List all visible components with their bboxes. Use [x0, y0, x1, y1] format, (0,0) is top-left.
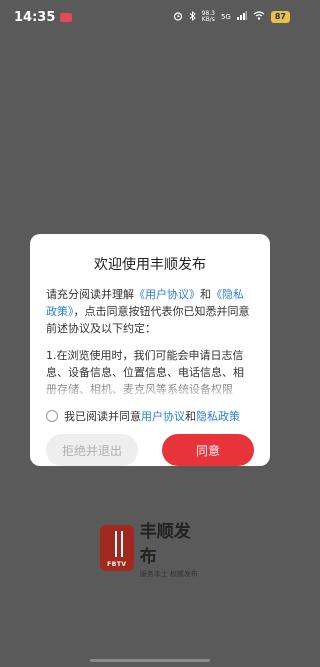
fade-overlay	[46, 376, 254, 398]
logo-badge: FBTV	[107, 561, 127, 568]
checkbox-user-agreement-link[interactable]: 用户协议	[141, 408, 185, 424]
app-notification-icon	[60, 12, 73, 22]
alarm-icon	[173, 11, 183, 24]
app-logo-icon: FBTV	[100, 525, 134, 571]
home-indicator[interactable]	[90, 659, 210, 662]
wifi-icon	[253, 11, 265, 23]
dialog-intro: 请充分阅读并理解《用户协议》和《隐私政策》，点击同意按钮代表你已知悉并同意前述协…	[46, 286, 254, 337]
checkbox-label: 我已阅读并同意	[64, 410, 141, 423]
agree-button[interactable]: 同意	[162, 434, 254, 466]
intro-text-2: ，点击同意按钮代表你已知悉并同意前述协议及以下约定：	[46, 305, 250, 335]
privacy-consent-dialog: 欢迎使用丰顺发布 请充分阅读并理解《用户协议》和《隐私政策》，点击同意按钮代表你…	[30, 234, 270, 466]
tower-icon	[115, 531, 123, 557]
checkbox-privacy-policy-link[interactable]: 隐私政策	[196, 408, 240, 424]
intro-text-1: 请充分阅读并理解	[46, 288, 134, 301]
net-speed-unit: KB/s	[201, 16, 215, 23]
signal-icon	[236, 11, 247, 23]
splash-logo: FBTV 丰顺发布 服务本土 权威发布	[100, 522, 200, 578]
net-speed: 98.3 KB/s	[202, 11, 215, 23]
permissions-text-scroll[interactable]: 1.在浏览使用时，我们可能会申请日志信息、设备信息、位置信息、电话信息、相册存储…	[46, 347, 254, 398]
app-name: 丰顺发布	[139, 522, 191, 567]
checkbox-and: 和	[185, 410, 196, 423]
agree-checkbox[interactable]	[46, 410, 58, 422]
status-left: 14:35	[14, 9, 73, 25]
logo-text: 丰顺发布 服务本土 权威发布	[140, 517, 200, 579]
network-type: 5G	[220, 13, 231, 21]
status-bar: 14:35 98.3 KB/s 5G 87	[0, 0, 300, 34]
battery-icon: 87	[270, 11, 290, 23]
dialog-buttons: 拒绝并退出 同意	[46, 434, 254, 466]
intro-and: 和	[200, 288, 211, 301]
bluetooth-icon	[189, 10, 196, 24]
app-slogan: 服务本土 权威发布	[139, 570, 198, 578]
status-right: 98.3 KB/s 5G 87	[173, 10, 290, 24]
reject-exit-button[interactable]: 拒绝并退出	[46, 434, 138, 466]
dialog-title: 欢迎使用丰顺发布	[94, 257, 206, 273]
agree-checkbox-row[interactable]: 我已阅读并同意 用户协议和隐私政策	[46, 408, 254, 424]
user-agreement-link[interactable]: 《用户协议》	[134, 288, 200, 301]
status-time: 14:35	[14, 9, 56, 25]
